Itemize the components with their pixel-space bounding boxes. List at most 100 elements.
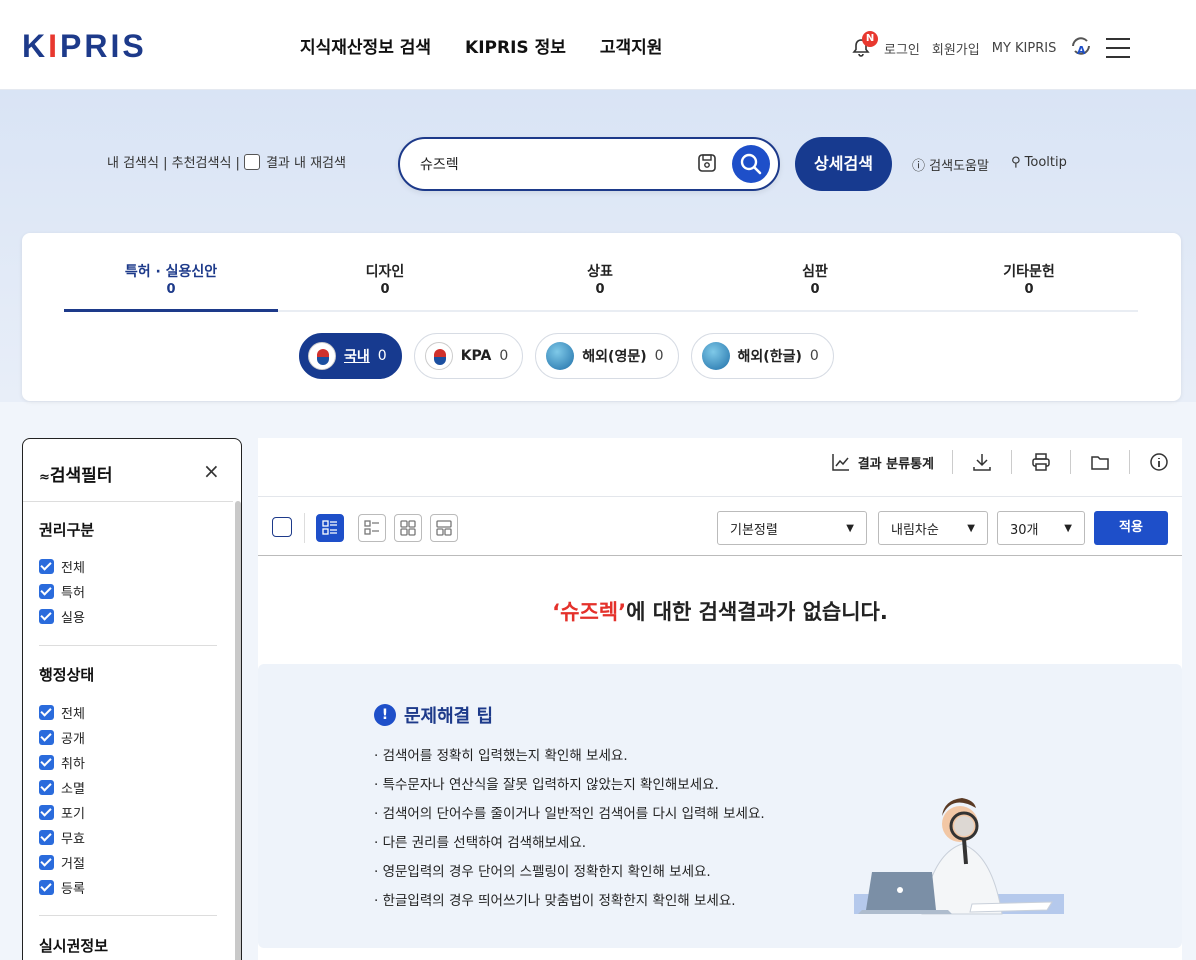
checkbox-checked[interactable]: [39, 830, 54, 845]
filter-option[interactable]: 실용: [39, 607, 85, 626]
notification-bell-icon[interactable]: N: [850, 31, 878, 59]
pill-label: KPA: [460, 348, 492, 364]
tab-design[interactable]: 디자인 0: [278, 263, 492, 299]
rescan-label: 결과 내 재검색: [265, 156, 346, 171]
info-icon[interactable]: [1148, 451, 1170, 473]
filter-option-label: 전체: [61, 707, 85, 722]
saved-search-links[interactable]: 내 검색식 | 추천검색식 |: [107, 152, 240, 171]
tab-label: 심판: [802, 264, 828, 280]
alert-icon: !: [374, 704, 396, 726]
nav-kipris-info[interactable]: KIPRIS 정보: [465, 33, 566, 58]
signup-link[interactable]: 회원가입: [932, 39, 980, 58]
checkbox-checked[interactable]: [39, 880, 54, 895]
search-button[interactable]: [732, 145, 770, 183]
pill-kpa[interactable]: KPA 0: [413, 333, 524, 379]
rescan-checkbox[interactable]: [243, 153, 260, 170]
checkbox-checked[interactable]: [39, 855, 54, 870]
filter-option-label: 거절: [61, 857, 85, 872]
filter-option[interactable]: 등록: [39, 878, 85, 897]
pill-overseas-en[interactable]: 해외(영문) 0: [535, 333, 679, 379]
filter-option[interactable]: 전체: [39, 703, 85, 722]
tab-label: 특허 · 실용신안: [124, 264, 218, 280]
site-header: KIPRIS 지식재산정보 검색 KIPRIS 정보 고객지원 N 로그인 회원…: [0, 0, 1196, 90]
advanced-search-button[interactable]: 상세검색: [795, 137, 892, 191]
view-card-button[interactable]: [430, 514, 458, 542]
korea-flag-icon: [308, 342, 336, 370]
nav-customer-support[interactable]: 고객지원: [600, 33, 663, 58]
checkbox-checked[interactable]: [39, 584, 54, 599]
nav-ip-search[interactable]: 지식재산정보 검색: [300, 33, 431, 58]
filter-option-label: 특허: [61, 586, 85, 601]
result-toolbar: 결과 분류통계: [830, 450, 1170, 474]
close-icon[interactable]: ×: [203, 459, 220, 483]
toolbar-separator: [1129, 450, 1130, 474]
folder-icon[interactable]: [1089, 451, 1111, 473]
print-icon[interactable]: [1030, 451, 1052, 473]
filter-option-label: 전체: [61, 561, 85, 576]
order-select[interactable]: 내림차순 ▼: [878, 511, 988, 545]
filter-title-text: 검색필터: [49, 466, 113, 486]
tooltip-link[interactable]: ⚲ Tooltip: [1011, 155, 1067, 174]
checkbox-checked[interactable]: [39, 730, 54, 745]
tab-trademark[interactable]: 상표 0: [493, 263, 707, 299]
filter-option[interactable]: 포기: [39, 803, 85, 822]
person-with-magnifier-illustration: [854, 798, 1064, 915]
filter-option[interactable]: 취하: [39, 753, 85, 772]
detail-list-icon: [322, 520, 337, 535]
stats-label: 결과 분류통계: [857, 456, 934, 472]
filter-option[interactable]: 거절: [39, 853, 85, 872]
translate-icon[interactable]: A: [1068, 33, 1094, 63]
checkbox-checked[interactable]: [39, 780, 54, 795]
view-detail-list-button[interactable]: [316, 514, 344, 542]
tab-label: 기타문헌: [1003, 264, 1055, 280]
select-all-checkbox[interactable]: [272, 517, 292, 537]
apply-button[interactable]: 적용: [1094, 511, 1168, 545]
view-grid-button[interactable]: [394, 514, 422, 542]
search-help-link[interactable]: ⓘ 검색도움말: [912, 155, 989, 174]
filter-option[interactable]: 전체: [39, 557, 85, 576]
tab-label: 디자인: [365, 264, 405, 280]
tip-item: 검색어를 정확히 입력했는지 확인해 보세요.: [374, 742, 765, 771]
dropdown-arrow-icon: ▼: [1064, 522, 1072, 534]
main-nav: 지식재산정보 검색 KIPRIS 정보 고객지원: [300, 33, 662, 58]
pill-overseas-ko[interactable]: 해외(한글) 0: [690, 333, 834, 379]
filter-option-label: 실용: [61, 611, 85, 626]
pill-domestic[interactable]: 국내 0: [299, 333, 402, 379]
checkbox-checked[interactable]: [39, 805, 54, 820]
filter-option-label: 소멸: [61, 782, 85, 797]
tab-count: 0: [166, 282, 176, 297]
checkbox-checked[interactable]: [39, 559, 54, 574]
checkbox-checked[interactable]: [39, 609, 54, 624]
view-list-button[interactable]: [358, 514, 386, 542]
active-tab-indicator: [64, 309, 278, 312]
tab-other-docs[interactable]: 기타문헌 0: [922, 263, 1136, 299]
troubleshooting-tips: ! 문제해결 팁 검색어를 정확히 입력했는지 확인해 보세요. 특수문자나 연산…: [258, 664, 1182, 948]
menu-icon[interactable]: [1106, 38, 1131, 58]
login-link[interactable]: 로그인: [884, 39, 920, 58]
filter-option[interactable]: 공개: [39, 728, 85, 747]
tab-trial[interactable]: 심판 0: [708, 263, 922, 299]
controls-separator: [304, 513, 305, 543]
filter-scrollbar[interactable]: [235, 501, 241, 960]
checkbox-checked[interactable]: [39, 705, 54, 720]
filter-option[interactable]: 특허: [39, 582, 85, 601]
no-result-text: 에 대한 검색결과가 없습니다.: [626, 600, 888, 624]
search-box: [398, 137, 780, 191]
search-input[interactable]: [420, 153, 670, 175]
per-page-select[interactable]: 30개 ▼: [997, 511, 1085, 545]
dropdown-arrow-icon: ▼: [967, 522, 975, 534]
filter-option[interactable]: 소멸: [39, 778, 85, 797]
save-search-icon[interactable]: [696, 152, 718, 174]
checkbox-checked[interactable]: [39, 755, 54, 770]
kipris-logo[interactable]: KIPRIS: [22, 28, 147, 65]
my-kipris-link[interactable]: MY KIPRIS: [992, 41, 1057, 56]
download-icon[interactable]: [971, 451, 993, 473]
filter-option[interactable]: 무효: [39, 828, 85, 847]
pill-label: 해외(한글): [737, 349, 802, 365]
tips-title-text: 문제해결 팁: [404, 706, 494, 727]
filter-divider: [39, 915, 217, 916]
order-value: 내림차순: [891, 522, 939, 538]
stats-link[interactable]: 결과 분류통계: [830, 451, 934, 473]
sort-select[interactable]: 기본정렬 ▼: [717, 511, 867, 545]
tab-patent[interactable]: 특허 · 실용신안 0: [64, 263, 278, 299]
